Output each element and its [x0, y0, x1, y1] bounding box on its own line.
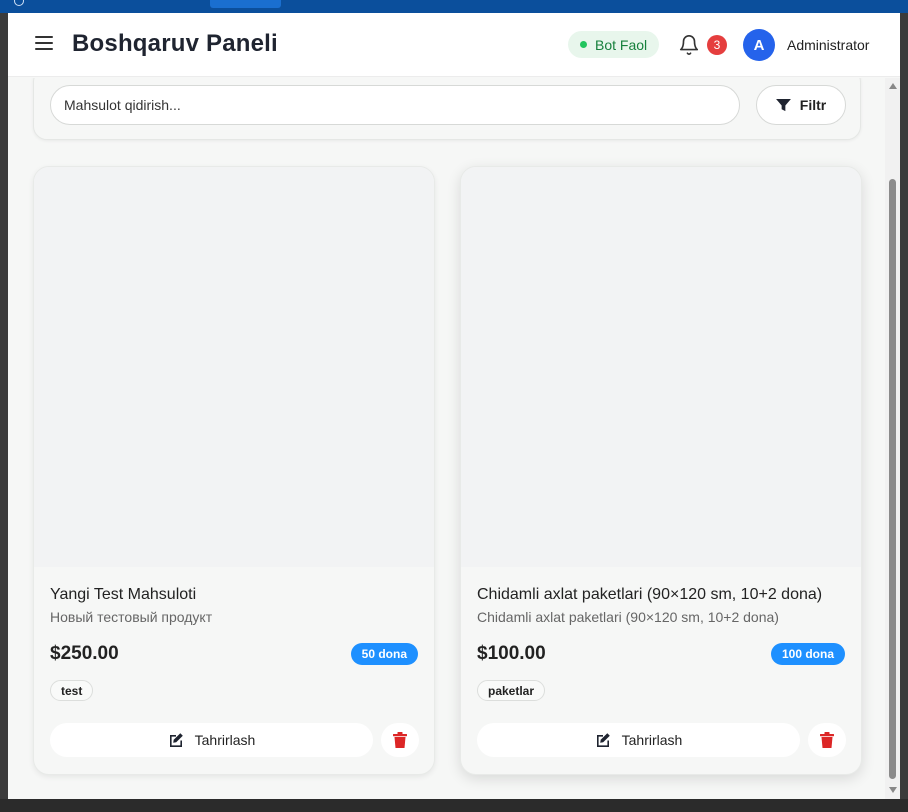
edit-icon — [169, 733, 183, 747]
user-name[interactable]: Administrator — [787, 37, 869, 53]
product-name: Chidamli axlat paketlari (90×120 sm, 10+… — [477, 586, 823, 603]
edit-button[interactable]: Tahrirlash — [477, 723, 800, 757]
trash-icon — [820, 732, 834, 748]
scrollbar-thumb[interactable] — [889, 179, 896, 779]
edit-icon — [596, 733, 610, 747]
window-right-edge — [900, 13, 908, 799]
page-title: Boshqaruv Paneli — [72, 30, 278, 57]
product-tag: test — [50, 680, 94, 701]
browser-tab[interactable] — [210, 0, 281, 8]
browser-icon — [14, 0, 24, 6]
edit-label: Tahrirlash — [194, 732, 256, 748]
product-description: Chidamli axlat paketlari (90×120 sm, 10+… — [477, 609, 779, 625]
menu-icon[interactable] — [35, 36, 53, 52]
scroll-up-arrow-icon[interactable] — [889, 83, 897, 89]
stock-badge: 100 dona — [770, 643, 845, 665]
edit-label: Tahrirlash — [621, 732, 683, 748]
stock-badge: 50 dona — [350, 643, 418, 665]
avatar[interactable]: A — [743, 29, 775, 61]
notification-count-badge: 3 — [707, 35, 727, 55]
browser-top-strip — [0, 0, 908, 13]
main-content: Filtr Yangi Test Mahsuloti Новый тестовы… — [8, 78, 885, 799]
taskbar-strip — [0, 799, 908, 812]
product-card[interactable]: Chidamli axlat paketlari (90×120 sm, 10+… — [460, 166, 862, 775]
search-input[interactable] — [50, 85, 740, 125]
product-image-placeholder — [461, 167, 861, 567]
product-card[interactable]: Yangi Test Mahsuloti Новый тестовый прод… — [33, 166, 435, 775]
app-window: Boshqaruv Paneli Bot Faol 3 A Administra… — [8, 13, 900, 799]
bot-status-badge: Bot Faol — [568, 31, 660, 58]
filter-label: Filtr — [799, 97, 827, 113]
product-image-placeholder — [34, 167, 434, 567]
product-description: Новый тестовый продукт — [50, 609, 213, 625]
window-left-edge — [0, 13, 8, 799]
bot-status-label: Bot Faol — [595, 36, 648, 53]
bell-icon[interactable] — [678, 34, 700, 56]
product-price: $100.00 — [477, 643, 546, 664]
trash-icon — [393, 732, 407, 748]
filter-button[interactable]: Filtr — [756, 85, 846, 125]
edit-button[interactable]: Tahrirlash — [50, 723, 373, 757]
status-dot-icon — [580, 41, 587, 48]
search-panel: Filtr — [33, 78, 861, 140]
delete-button[interactable] — [381, 723, 419, 757]
delete-button[interactable] — [808, 723, 846, 757]
vertical-scrollbar[interactable] — [885, 78, 900, 799]
filter-icon — [775, 98, 791, 111]
scroll-down-arrow-icon[interactable] — [889, 787, 897, 793]
product-price: $250.00 — [50, 643, 119, 664]
top-header: Boshqaruv Paneli Bot Faol 3 A Administra… — [8, 13, 900, 77]
product-tag: paketlar — [477, 680, 546, 701]
product-name: Yangi Test Mahsuloti — [50, 586, 197, 603]
